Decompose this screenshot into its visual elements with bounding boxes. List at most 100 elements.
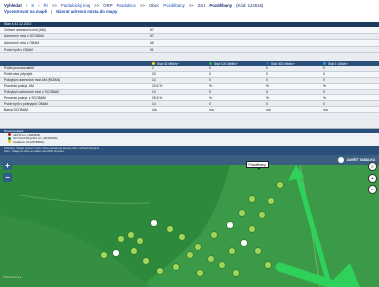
address-point [150, 219, 158, 227]
speed-cell: % [323, 84, 326, 89]
address-point [276, 181, 284, 189]
address-point [248, 195, 256, 203]
summary-value: 65 [150, 40, 154, 45]
map-view[interactable]: ZAVŘÍT TABULKU + − ⌕ + − Pozděbany © Sez… [0, 155, 379, 287]
search-icon[interactable]: ⌕ [368, 162, 377, 171]
summary-label: Celkem adresních míst (AM) [4, 27, 46, 32]
breadcrumb-zsj-label: ZSJ [197, 2, 206, 8]
summary-row: Celkem adresních míst (AM) 87 [0, 27, 379, 34]
speed-cell: 23 [152, 72, 156, 77]
speed-cell: 14 [152, 90, 156, 94]
speed-cell: % [209, 95, 212, 100]
breadcrumb-sep: >> [188, 2, 194, 8]
address-point [194, 243, 202, 251]
links-sep: | [51, 9, 53, 14]
summary-table: Celkem adresních míst (AM) 87 Adresních m… [0, 27, 379, 54]
address-point [226, 221, 234, 229]
summary-label: Adresních míst v SCOBAM [4, 34, 44, 39]
speed-cell: 0 [266, 90, 268, 94]
speed-header-100: Stát 100 Mbit/s+ [205, 62, 262, 66]
breadcrumb-sep: >> [139, 2, 145, 8]
summary-label: Adresních míst v OBAM [4, 40, 40, 45]
provider-dot-icon [8, 140, 11, 144]
zoom-in-button[interactable]: + [3, 161, 12, 170]
speed-cell: 0 [323, 90, 325, 94]
speed-header-300: Stát 300 Mbit/s+ [262, 62, 319, 66]
speed-row-label: Procento pokryt. AM [4, 84, 34, 89]
address-point [196, 269, 204, 277]
breadcrumb-orp[interactable]: Pardubice [117, 3, 136, 8]
address-point [254, 247, 262, 255]
breadcrumb-sep: >> [51, 2, 57, 8]
place-pin[interactable]: Pozděbany [246, 161, 269, 170]
breadcrumb-zsj: Pozděbany [209, 2, 233, 8]
address-point [156, 267, 164, 275]
speed-cell: 0 [323, 78, 325, 83]
address-point [136, 237, 144, 245]
breadcrumb-sep: › [25, 2, 28, 8]
speed-cell: 14 [152, 78, 156, 83]
address-point [130, 247, 138, 255]
speed-header-label: Stát 300 Mbit/s+ [271, 61, 295, 66]
speed-header-1g: Stát 1 Gbit/s+ [319, 62, 376, 66]
speed-cell: 14 [152, 101, 156, 106]
breadcrumb-or[interactable]: ŘI [44, 3, 48, 8]
legend-item: Vodafone CZ (25788001) [0, 140, 379, 144]
speed-header-label: Stát 30 Mbit/s+ [157, 61, 180, 66]
speed-cell: 0 [209, 72, 211, 77]
zoom-plus-icon[interactable]: + [368, 174, 377, 183]
address-point [258, 211, 266, 219]
speed-cell: n/a [323, 107, 328, 112]
speed-cell: 0 [323, 101, 325, 106]
zoom-out-label: − [5, 173, 10, 182]
speed-1g-dot-icon [323, 62, 326, 65]
speed-cell: n/a [266, 107, 271, 112]
speed-cell: 0 [209, 101, 211, 106]
breadcrumb-prefix: Vyhledat [4, 2, 22, 8]
pin-label: Pozděbany [248, 162, 267, 167]
breadcrumb-obec[interactable]: Pozděbany [163, 3, 185, 8]
note-bar: Zobrazen. Nějaký adresní místo mohou obs… [0, 146, 379, 155]
address-point [178, 233, 186, 241]
breadcrumb-kraj[interactable]: Pardubický kraj [61, 3, 90, 8]
address-point [267, 197, 275, 205]
speed-cell: 0 [323, 72, 325, 77]
address-point [127, 231, 135, 239]
speed-cell: % [323, 95, 326, 100]
breadcrumb-orp-label: ORP [103, 2, 113, 8]
speed-row-label: Pokrytých adresních míst z SCOBAM [4, 90, 59, 94]
speed-row-label: Procento pokryt. z SCOBAM [4, 95, 46, 100]
speed-cell: 0 [266, 72, 268, 77]
summary-label: Počet bytů v OBAM [4, 47, 33, 52]
address-point [117, 235, 125, 243]
address-point [207, 255, 215, 263]
speed-row-label: Počet stat. přípojek [4, 72, 33, 77]
speed-row-label: Pokrytých adresních míst AM (RÚIAN) [4, 78, 61, 83]
zoom-minus-icon[interactable]: − [368, 185, 377, 194]
address-point [248, 225, 256, 233]
speed-cell: 0 [266, 101, 268, 106]
speed-header-30: Stát 30 Mbit/s+ [148, 62, 205, 66]
address-point [172, 263, 180, 271]
summary-value: 87 [150, 34, 154, 39]
breadcrumb-s[interactable]: S [31, 3, 34, 8]
address-point [264, 261, 272, 269]
summary-value: 91 [150, 47, 154, 52]
return-address-link[interactable]: Návrat adresní místa do mapy [56, 9, 117, 15]
summary-row: Počet bytů v OBAM 91 [0, 47, 379, 54]
speed-cell: 0 [323, 66, 325, 71]
summary-row: Adresních míst v SCOBAM 87 [0, 34, 379, 41]
zoom-out-button[interactable]: − [3, 173, 12, 182]
speed-300-dot-icon [266, 62, 269, 65]
note-line: Pozn.: Údaje pro obce se sídlem nad 2000… [4, 149, 66, 153]
speed-100-dot-icon [209, 62, 212, 65]
breadcrumb-obec-label: Obec [148, 2, 160, 8]
speed-cell: n/a [209, 107, 214, 112]
speed-cell: % [266, 84, 269, 89]
center-map-link[interactable]: Vycentrovat na mapě [4, 9, 47, 15]
breadcrumb-sep: › [38, 2, 40, 8]
speed-row-label: Počet provozovatelů [4, 66, 34, 71]
breadcrumb-sep: >> [94, 2, 100, 8]
speed-cell: 0 [209, 90, 211, 94]
speed-cell: 2 [152, 66, 154, 71]
